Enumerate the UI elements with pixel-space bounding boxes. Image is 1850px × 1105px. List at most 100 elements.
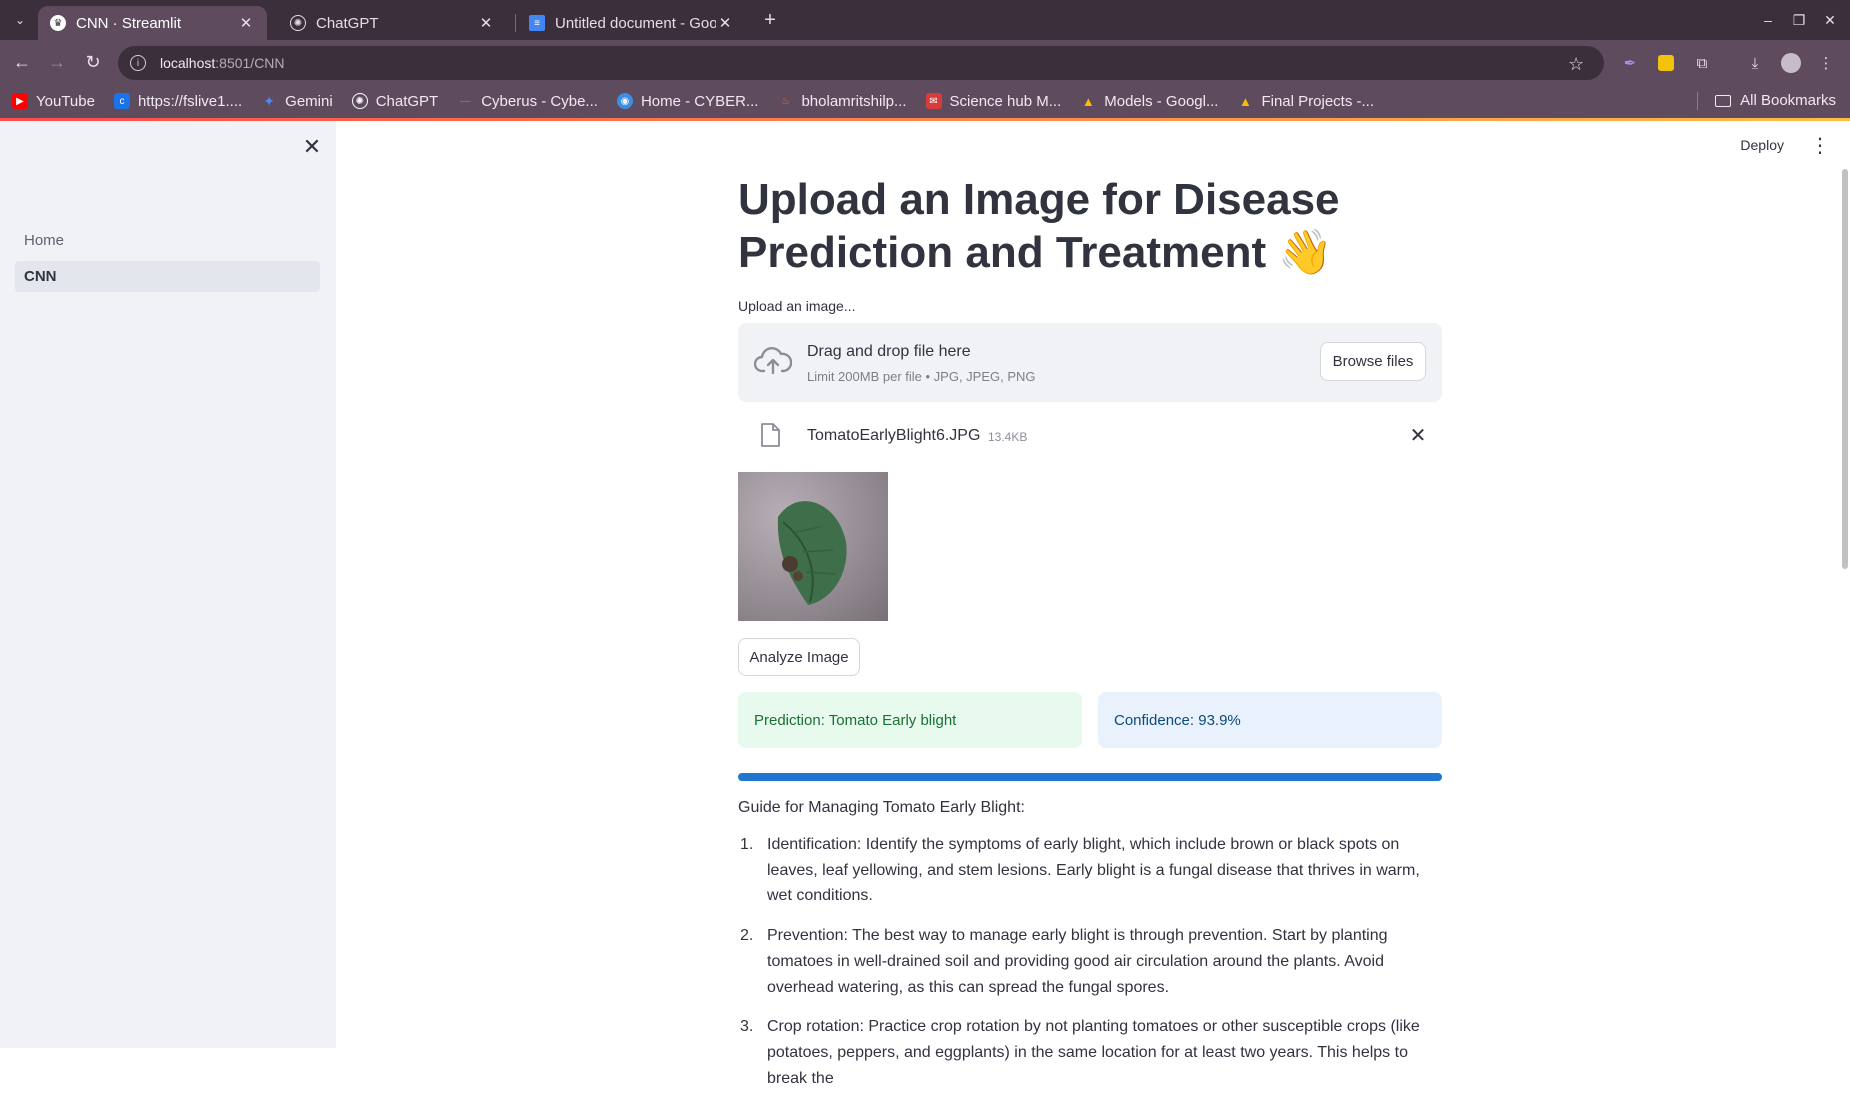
guide-title: Guide for Managing Tomato Early Blight: xyxy=(738,799,1025,816)
main-area: Deploy ⋮ Upload an Image for Disease Pre… xyxy=(336,121,1850,1087)
bookmark-bholamritshilp[interactable]: ♨ bholamritshilp... xyxy=(777,93,907,110)
all-bookmarks-button[interactable]: All Bookmarks xyxy=(1715,92,1836,109)
sidebar-item-label: Home xyxy=(24,232,65,249)
prediction-alert: Prediction: Tomato Early blight xyxy=(738,692,1082,748)
list-text: Prevention: The best way to manage early… xyxy=(767,927,1388,996)
bookmark-science-hub[interactable]: ✉ Science hub M... xyxy=(925,92,1062,110)
bookmark-cyberus[interactable]: — Cyberus - Cybe... xyxy=(457,93,598,110)
tab-close-icon[interactable]: ✕ xyxy=(477,14,495,32)
cyber-icon: ◉ xyxy=(616,93,633,109)
bookmark-final-projects[interactable]: ▲ Final Projects -... xyxy=(1237,93,1374,110)
progress-bar xyxy=(738,773,1442,781)
browser-menu-icon[interactable]: ⋮ xyxy=(1816,53,1836,73)
bookmark-label: Gemini xyxy=(285,92,333,110)
browser-tab-bar: ⌄ ♛ CNN · Streamlit ✕ ✺ ChatGPT ✕ ≡ Unti… xyxy=(0,0,1850,40)
chatgpt-icon: ✺ xyxy=(351,93,368,109)
browse-files-button[interactable]: Browse files xyxy=(1320,342,1426,381)
bookmarks-separator xyxy=(1697,92,1698,110)
sidebar-item-home[interactable]: Home xyxy=(15,225,320,256)
deploy-button[interactable]: Deploy xyxy=(1740,137,1784,153)
extension-yellow-icon[interactable] xyxy=(1656,53,1676,73)
progress-fill xyxy=(738,773,1442,781)
new-tab-button[interactable]: + xyxy=(758,8,782,32)
profile-avatar-icon[interactable] xyxy=(1781,53,1801,73)
dropzone-limit: Limit 200MB per file • JPG, JPEG, PNG xyxy=(807,369,1036,384)
bookmark-youtube[interactable]: ▶ YouTube xyxy=(12,93,95,110)
list-item: 2. Prevention: The best way to manage ea… xyxy=(738,923,1442,1000)
scrollbar[interactable] xyxy=(1842,169,1848,569)
prediction-text: Prediction: Tomato Early blight xyxy=(754,711,957,729)
tab-separator xyxy=(515,14,516,32)
tab-google-docs[interactable]: ≡ Untitled document - Goo ✕ xyxy=(517,6,746,40)
site-info-icon[interactable]: i xyxy=(130,55,146,71)
back-arrow-icon[interactable]: ← xyxy=(10,50,34,74)
bookmark-label: Final Projects -... xyxy=(1261,92,1374,110)
bookmark-label: YouTube xyxy=(36,92,95,110)
list-item: 1. Identification: Identify the symptoms… xyxy=(738,832,1442,909)
bookmark-label: Cyberus - Cybe... xyxy=(481,92,598,110)
extensions-puzzle-icon[interactable]: ⧉ xyxy=(1692,53,1712,73)
download-icon[interactable]: ⤓ xyxy=(1745,53,1765,73)
uploaded-leaf-image xyxy=(738,472,888,621)
bookmark-label: https://fslive1.... xyxy=(137,92,243,110)
bookmark-label: Home - CYBER... xyxy=(640,92,759,110)
all-bookmarks-label: All Bookmarks xyxy=(1740,92,1836,109)
bookmark-star-icon[interactable]: ☆ xyxy=(1568,54,1584,75)
tab-close-icon[interactable]: ✕ xyxy=(716,14,734,32)
tab-cnn-streamlit[interactable]: ♛ CNN · Streamlit ✕ xyxy=(38,6,267,40)
sciencehub-icon: ✉ xyxy=(925,93,942,109)
bookmark-fslive[interactable]: c https://fslive1.... xyxy=(113,92,243,110)
list-number: 3. xyxy=(740,1018,754,1036)
url-host: localhost xyxy=(160,55,216,71)
analyze-image-button[interactable]: Analyze Image xyxy=(738,638,860,676)
sidebar-item-cnn[interactable]: CNN xyxy=(15,261,320,292)
bookmark-label: Models - Googl... xyxy=(1104,92,1219,110)
list-text: Identification: Identify the symptoms of… xyxy=(767,836,1420,905)
close-window-icon[interactable]: ✕ xyxy=(1818,8,1842,32)
list-number: 2. xyxy=(740,927,754,945)
sidebar-nav: Home CNN xyxy=(15,225,320,297)
app-header: Deploy ⋮ xyxy=(1740,135,1830,157)
bookmark-label: Science hub M... xyxy=(949,92,1062,110)
bookmark-home-cyber[interactable]: ◉ Home - CYBER... xyxy=(616,92,759,110)
gemini-icon: ✦ xyxy=(263,92,276,109)
folder-icon xyxy=(1715,94,1732,107)
tab-title: ChatGPT xyxy=(316,14,379,32)
extension-feather-icon[interactable]: ✒ xyxy=(1620,53,1640,73)
confidence-alert: Confidence: 93.9% xyxy=(1098,692,1442,748)
list-text: Crop rotation: Practice crop rotation by… xyxy=(767,1018,1420,1087)
tab-chatgpt[interactable]: ✺ ChatGPT ✕ xyxy=(278,6,507,40)
bookmark-models-drive[interactable]: ▲ Models - Googl... xyxy=(1080,92,1219,110)
file-dropzone[interactable]: Drag and drop file here Limit 200MB per … xyxy=(738,323,1442,402)
file-name: TomatoEarlyBlight6.JPG xyxy=(807,427,981,444)
forward-arrow-icon[interactable]: → xyxy=(45,50,69,74)
tab-close-icon[interactable]: ✕ xyxy=(237,14,255,32)
youtube-icon: ▶ xyxy=(12,93,28,109)
bholamritshilp-icon: ♨ xyxy=(780,95,790,107)
upload-label: Upload an image... xyxy=(738,298,856,314)
cloud-upload-icon xyxy=(754,347,792,375)
tab-search-button[interactable]: ⌄ xyxy=(8,8,32,32)
streamlit-favicon-icon: ♛ xyxy=(50,15,66,31)
bookmark-gemini[interactable]: ✦ Gemini xyxy=(261,92,333,110)
list-item: 3. Crop rotation: Practice crop rotation… xyxy=(738,1014,1442,1091)
remove-file-icon[interactable]: ✕ xyxy=(1408,425,1428,447)
chatgpt-favicon-icon: ✺ xyxy=(290,15,306,31)
drive-icon: ▲ xyxy=(1239,93,1252,109)
close-sidebar-icon[interactable]: ✕ xyxy=(300,134,324,159)
bookmarks-bar: ▶ YouTube c https://fslive1.... ✦ Gemini… xyxy=(0,84,1850,118)
guide-list: 1. Identification: Identify the symptoms… xyxy=(738,832,1442,1105)
reload-icon[interactable]: ↻ xyxy=(81,50,105,74)
main-menu-icon[interactable]: ⋮ xyxy=(1810,135,1830,157)
tab-title: CNN · Streamlit xyxy=(76,14,182,32)
cyberus-icon: — xyxy=(460,95,471,107)
list-number: 1. xyxy=(740,836,754,853)
restore-icon[interactable]: ❐ xyxy=(1787,8,1811,32)
address-bar[interactable]: i localhost:8501/CNN xyxy=(118,46,1604,80)
bookmark-label: ChatGPT xyxy=(375,92,439,110)
drive-icon: ▲ xyxy=(1081,93,1095,109)
minimize-icon[interactable]: – xyxy=(1756,8,1780,32)
site-icon: c xyxy=(113,93,130,109)
browser-toolbar: ← → ↻ i localhost:8501/CNN ☆ ✒ ⧉ ⤓ ⋮ xyxy=(0,40,1850,84)
bookmark-chatgpt[interactable]: ✺ ChatGPT xyxy=(351,92,439,110)
